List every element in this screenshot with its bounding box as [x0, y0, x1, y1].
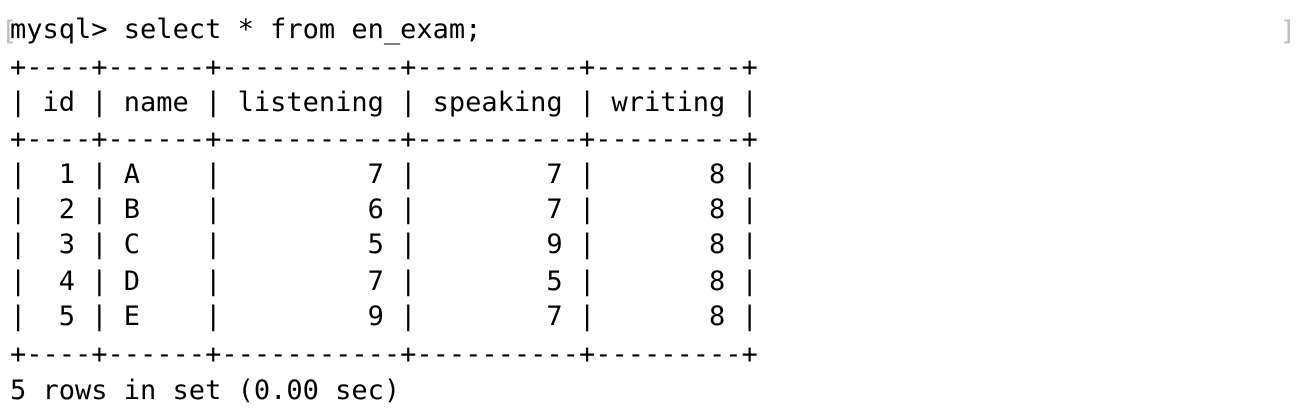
table-top-border: +----+------+-----------+----------+----… — [10, 52, 758, 83]
table-header-border: +----+------+-----------+----------+----… — [10, 124, 758, 155]
query-result-summary: 5 rows in set (0.00 sec) — [10, 375, 401, 406]
table-row: | 1 | A | 7 | 7 | 8 | — [10, 159, 758, 190]
table-row: | 3 | C | 5 | 9 | 8 | — [10, 229, 758, 260]
command-line: mysql> select * from en_exam; — [10, 12, 481, 48]
sql-command: select * from en_exam; — [123, 14, 482, 45]
table-bottom-border: +----+------+-----------+----------+----… — [10, 339, 758, 370]
mysql-terminal[interactable]: [ ] mysql> select * from en_exam; +----+… — [0, 0, 1300, 418]
table-row: | 5 | E | 9 | 7 | 8 | — [10, 301, 758, 332]
table-header-row: | id | name | listening | speaking | wri… — [10, 87, 758, 118]
right-bracket-marker: ] — [1279, 16, 1296, 47]
mysql-prompt: mysql> — [10, 14, 124, 45]
table-row: | 2 | B | 6 | 7 | 8 | — [10, 194, 758, 225]
table-row: | 4 | D | 7 | 5 | 8 | — [10, 266, 758, 297]
